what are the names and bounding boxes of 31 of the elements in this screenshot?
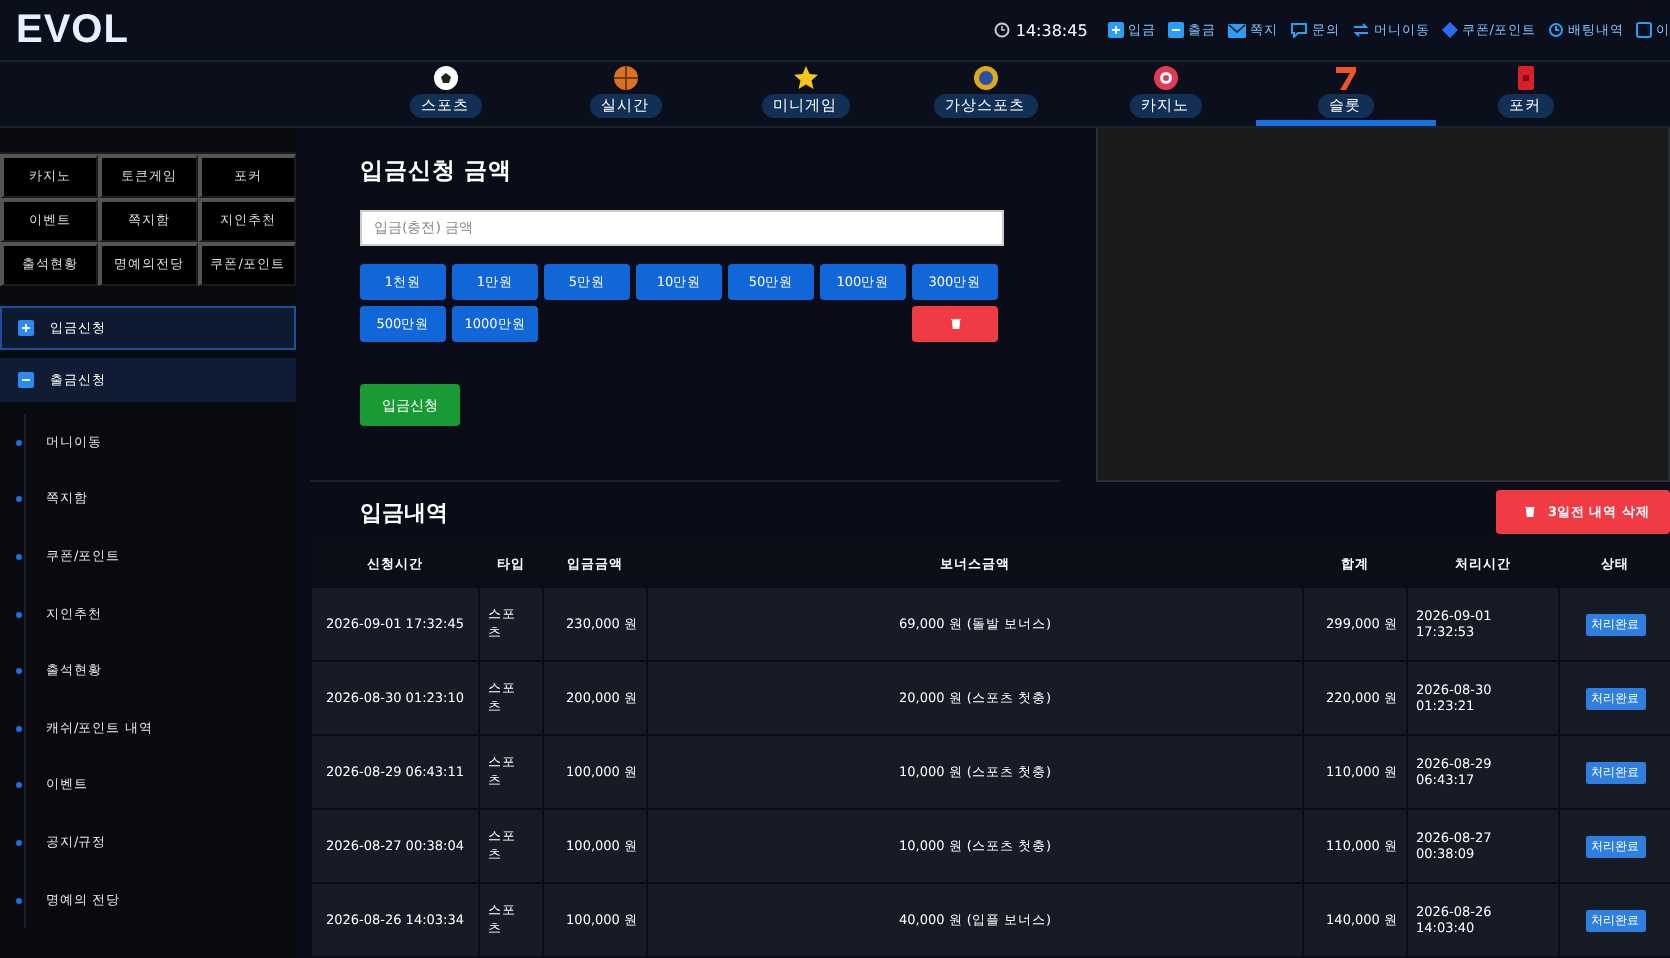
- trash-icon: [1523, 506, 1536, 518]
- slot-icon: [1331, 64, 1359, 92]
- bullet-icon: [16, 897, 22, 904]
- medal-icon: [971, 64, 999, 92]
- envelope-icon: [1227, 23, 1246, 37]
- bullet-icon: [16, 439, 22, 446]
- clock-time: 14:38:45: [1015, 21, 1088, 39]
- trash-icon: [949, 318, 961, 330]
- tag-icon: [1441, 22, 1458, 38]
- swap-icon: [1351, 22, 1370, 38]
- history-icon: [1548, 22, 1564, 38]
- section-title: 입금신청 금액: [360, 156, 515, 186]
- bullet-icon: [16, 553, 22, 560]
- logo[interactable]: EVOL: [16, 7, 982, 53]
- bullet-icon: [16, 725, 22, 732]
- user-icon: [1636, 22, 1652, 38]
- star-icon: [791, 64, 819, 92]
- plus-icon: [1107, 22, 1124, 38]
- minus-icon: [1167, 22, 1184, 38]
- bullet-icon: [16, 839, 22, 846]
- bullet-icon: [16, 668, 22, 675]
- bullet-icon: [16, 611, 22, 618]
- chip-icon: [1151, 64, 1179, 92]
- bullet-icon: [16, 782, 22, 789]
- clock-icon: [993, 22, 1010, 38]
- clear-button[interactable]: [912, 306, 998, 342]
- chat-icon: [1289, 22, 1308, 38]
- section-title: 입금내역: [360, 497, 448, 527]
- soccer-ball-icon: [431, 64, 459, 92]
- basketball-icon: [611, 64, 639, 92]
- bullet-icon: [16, 496, 22, 503]
